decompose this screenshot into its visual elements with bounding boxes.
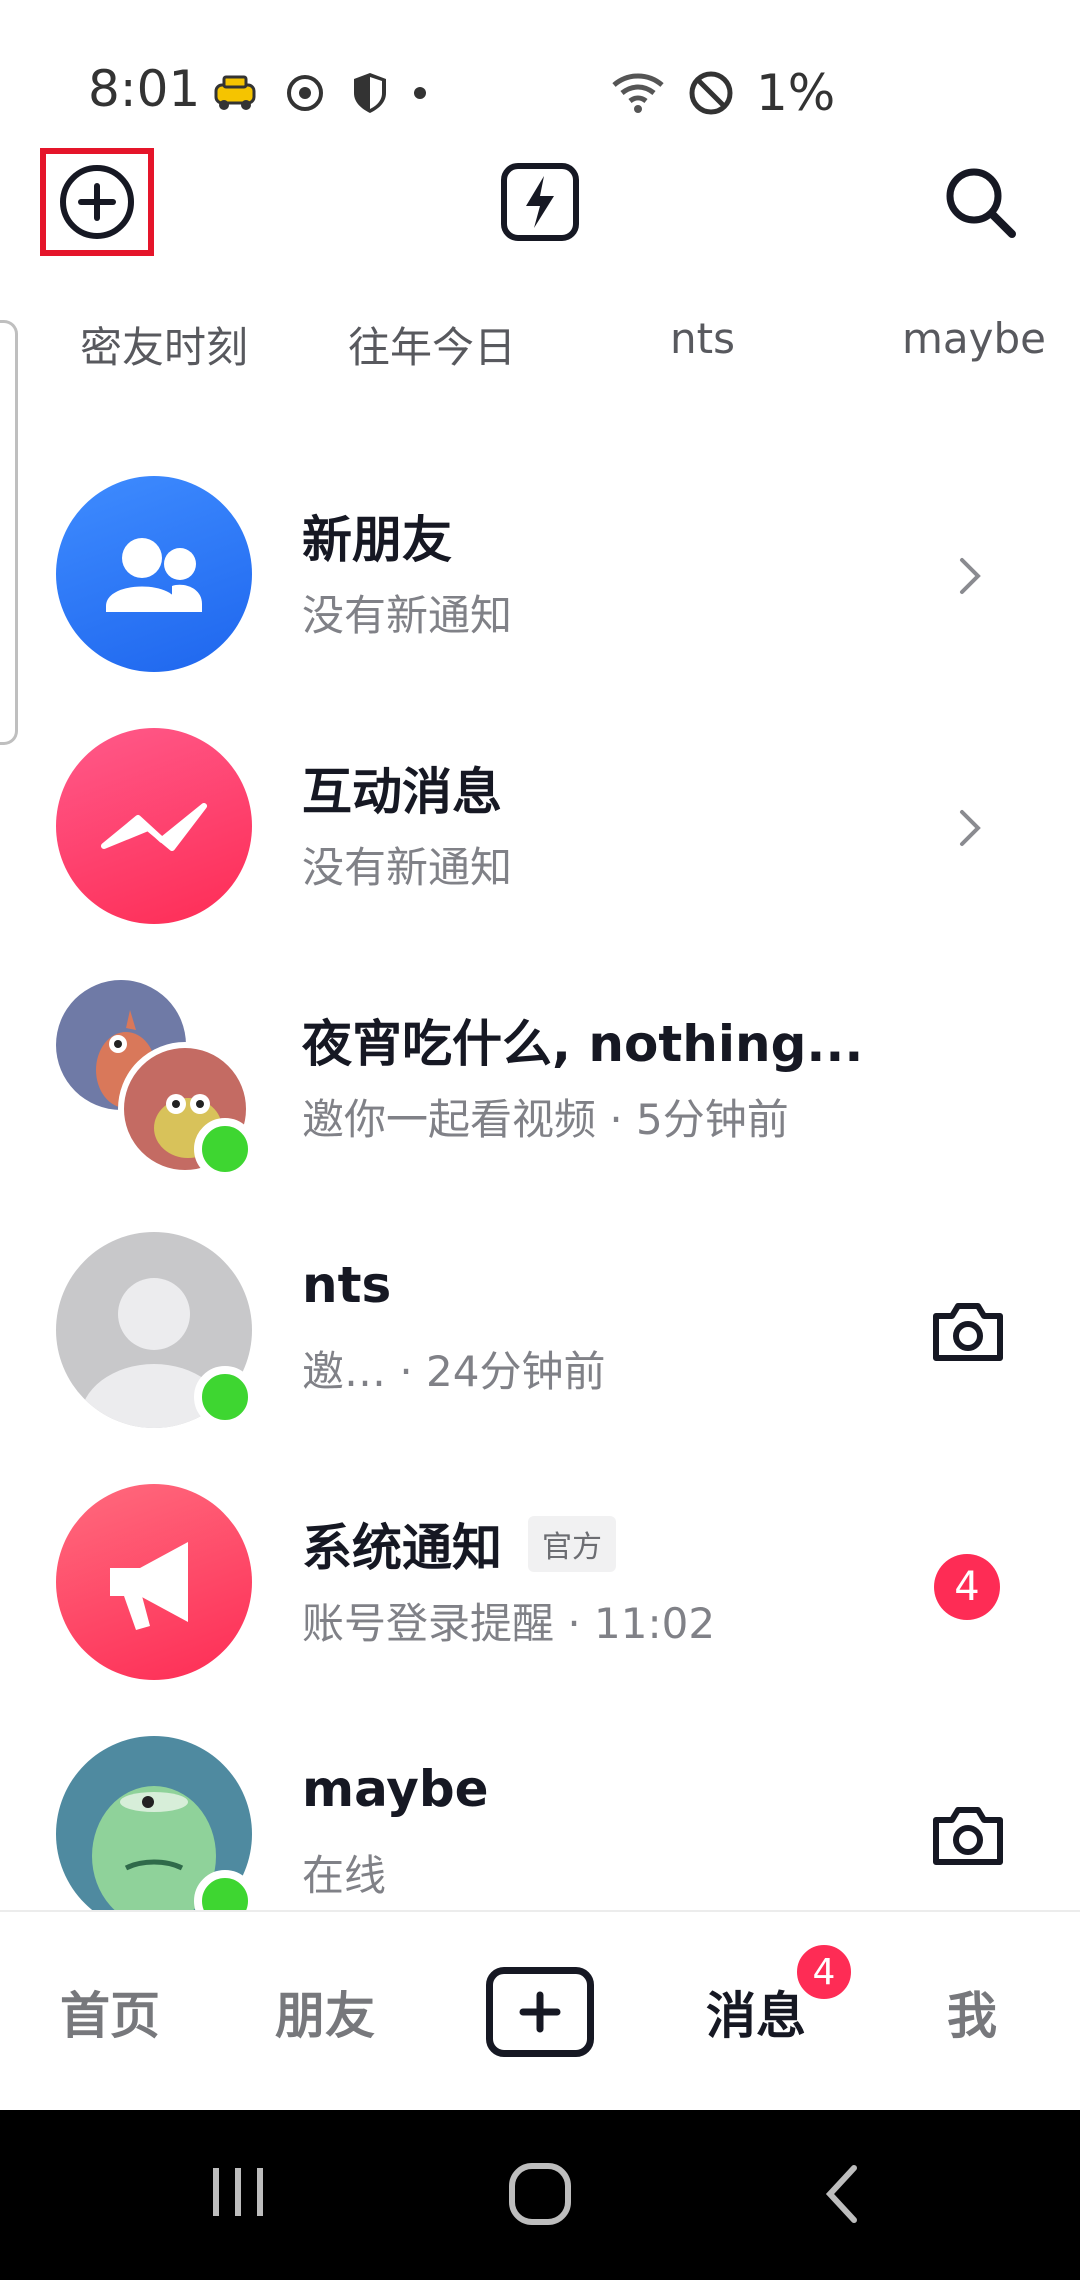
bottom-nav: 首页 朋友 消息 4 我 bbox=[0, 1910, 1080, 2110]
list-item-interactions[interactable]: 互动消息 没有新通知 bbox=[0, 712, 1080, 964]
no-signal-icon bbox=[689, 71, 733, 115]
camera-icon[interactable] bbox=[928, 1800, 1008, 1870]
wifi-icon bbox=[612, 73, 664, 113]
sync-icon bbox=[287, 75, 323, 111]
story-item[interactable]: nts bbox=[670, 314, 735, 363]
list-item-nts[interactable]: nts 邀… · 24分钟前 bbox=[0, 1216, 1080, 1468]
conversation-subtitle: 没有新通知 bbox=[302, 843, 513, 892]
status-time: 8:01 bbox=[88, 60, 201, 118]
plus-circle-icon bbox=[60, 165, 134, 239]
list-item-new-friends[interactable]: 新朋友 没有新通知 bbox=[0, 460, 1080, 712]
search-icon bbox=[946, 168, 1016, 238]
lightning-icon bbox=[501, 163, 579, 241]
tab-friends[interactable]: 朋友 bbox=[245, 1912, 405, 2112]
interaction-icon bbox=[56, 728, 252, 924]
conversation-subtitle: 没有新通知 bbox=[302, 591, 513, 640]
shield-icon bbox=[354, 73, 386, 113]
unread-badge: 4 bbox=[934, 1554, 1000, 1620]
tab-home[interactable]: 首页 bbox=[30, 1912, 190, 2112]
conversation-subtitle: 邀你一起看视频 · 5分钟前 bbox=[302, 1095, 789, 1144]
story-item[interactable]: 往年今日 bbox=[348, 314, 516, 375]
add-friend-button[interactable] bbox=[40, 148, 154, 256]
friends-icon bbox=[56, 476, 252, 672]
online-status-dot bbox=[194, 1118, 256, 1180]
group-avatar bbox=[56, 980, 256, 1180]
story-strip: 密友时刻 往年今日 nts maybe bbox=[0, 300, 1080, 745]
conversation-title: 新朋友 bbox=[302, 511, 452, 569]
conversation-title: 夜宵吃什么, nothing... bbox=[302, 1015, 864, 1073]
story-item[interactable]: 密友时刻 bbox=[80, 314, 248, 375]
search-button[interactable] bbox=[930, 152, 1030, 252]
dot-icon bbox=[414, 87, 426, 99]
conversation-title: 系统通知 bbox=[302, 1519, 502, 1577]
home-icon[interactable] bbox=[506, 2160, 574, 2228]
create-button[interactable] bbox=[486, 1967, 594, 2057]
conversation-subtitle: 在线 bbox=[302, 1851, 387, 1900]
list-item-system-notice[interactable]: 系统通知 官方 账号登录提醒 · 11:02 4 bbox=[0, 1468, 1080, 1720]
story-item[interactable]: maybe bbox=[902, 314, 1046, 363]
camera-icon[interactable] bbox=[928, 1296, 1008, 1366]
system-nav-bar bbox=[0, 2110, 1080, 2280]
conversation-title: 互动消息 bbox=[302, 763, 502, 821]
battery-level: 1% bbox=[756, 64, 836, 122]
plus-square-icon bbox=[519, 1991, 561, 2033]
conversation-title: nts bbox=[302, 1256, 392, 1314]
conversation-subtitle: 账号登录提醒 · 11:02 bbox=[302, 1599, 716, 1648]
conversation-subtitle: 邀… · 24分钟前 bbox=[302, 1347, 606, 1396]
megaphone-icon bbox=[56, 1484, 252, 1680]
recent-apps-icon[interactable] bbox=[206, 2160, 270, 2224]
top-nav bbox=[0, 140, 1080, 260]
online-status-dot bbox=[194, 1366, 256, 1428]
conversation-title: maybe bbox=[302, 1760, 489, 1818]
messages-badge: 4 bbox=[794, 1942, 854, 2002]
list-item-maybe[interactable]: maybe 在线 bbox=[0, 1720, 1080, 1910]
taxi-icon bbox=[214, 75, 256, 110]
chevron-right-icon bbox=[960, 810, 981, 846]
chevron-right-icon bbox=[960, 558, 981, 594]
status-bar: 8:01 1% bbox=[0, 0, 1080, 140]
tab-messages[interactable]: 消息 bbox=[676, 1912, 836, 2112]
back-icon[interactable] bbox=[818, 2160, 868, 2228]
flash-button[interactable] bbox=[490, 152, 590, 252]
tab-me[interactable]: 我 bbox=[892, 1912, 1052, 2112]
list-item-group-chat[interactable]: 夜宵吃什么, nothing... 邀你一起看视频 · 5分钟前 bbox=[0, 964, 1080, 1216]
official-tag: 官方 bbox=[528, 1516, 616, 1572]
